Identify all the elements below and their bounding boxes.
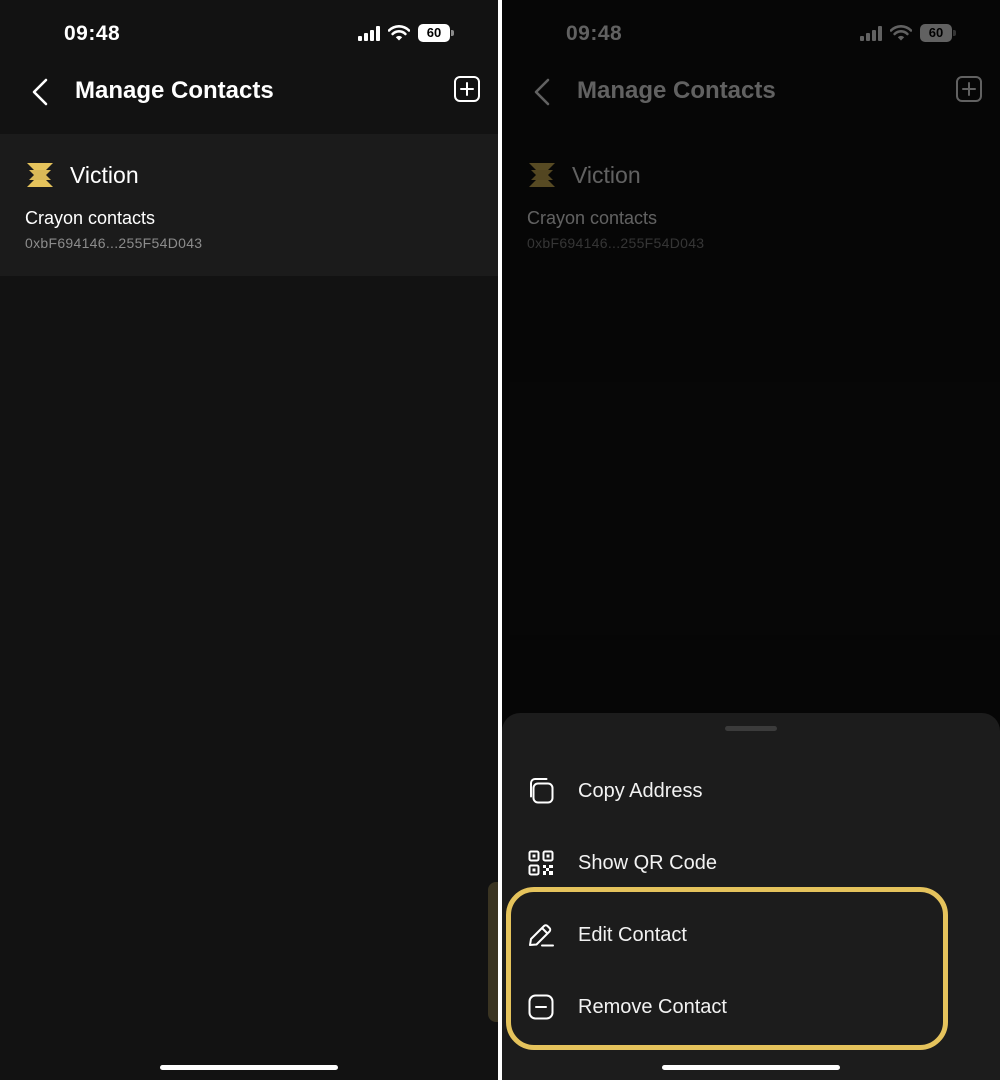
edit-contact-label: Edit Contact — [578, 924, 687, 946]
copy-address-button[interactable]: Copy Address — [526, 771, 946, 811]
network-name: Viction — [70, 162, 139, 188]
chevron-left-icon — [32, 78, 48, 106]
minus-square-icon — [526, 992, 556, 1022]
add-contact-button[interactable] — [454, 76, 480, 102]
home-indicator — [160, 1065, 338, 1070]
contact-name: Crayon contacts — [25, 208, 156, 228]
back-button[interactable] — [24, 76, 56, 108]
action-sheet: Copy Address Show QR Code Edit Contact R… — [502, 713, 1000, 1080]
page-title: Manage Contacts — [75, 77, 274, 104]
edge-shadow — [488, 882, 498, 1022]
contact-address: 0xbF694146...255F54D043 — [25, 235, 203, 251]
qr-code-icon — [526, 848, 556, 878]
edit-contact-button[interactable]: Edit Contact — [526, 915, 946, 955]
remove-contact-button[interactable]: Remove Contact — [526, 987, 946, 1027]
sheet-drag-handle[interactable] — [725, 726, 777, 731]
battery-level: 60 — [418, 24, 450, 42]
battery-icon: 60 — [418, 24, 454, 42]
show-qr-code-button[interactable]: Show QR Code — [526, 843, 946, 883]
copy-address-label: Copy Address — [578, 780, 703, 802]
cellular-signal-icon — [358, 25, 380, 41]
screen-contacts-list: 09:48 60 Manage Contacts Viction Crayon … — [0, 0, 498, 1080]
wifi-icon — [388, 25, 410, 41]
pencil-icon — [526, 920, 556, 950]
plus-icon — [460, 82, 474, 96]
remove-contact-label: Remove Contact — [578, 996, 727, 1018]
viction-logo-icon — [27, 163, 53, 187]
contact-card[interactable]: Viction Crayon contacts 0xbF694146...255… — [0, 134, 498, 276]
status-bar: 09:48 60 — [0, 0, 498, 68]
status-time: 09:48 — [64, 22, 121, 45]
copy-icon — [526, 776, 556, 806]
home-indicator — [662, 1065, 840, 1070]
show-qr-code-label: Show QR Code — [578, 852, 717, 874]
status-icons: 60 — [358, 24, 454, 42]
screen-contact-actions: 09:48 60 Manage Contacts — [502, 0, 1000, 1080]
header: Manage Contacts — [0, 68, 498, 134]
